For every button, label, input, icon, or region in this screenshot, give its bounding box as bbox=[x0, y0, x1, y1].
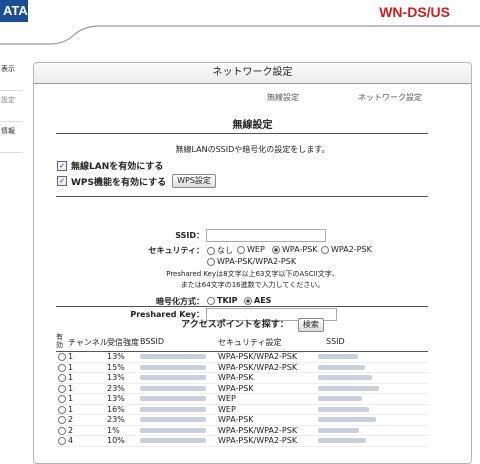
col-ssid: SSID bbox=[326, 337, 345, 346]
sidebar-item-display[interactable]: 表示 bbox=[0, 60, 22, 91]
preshared-note-2: または64文字の16進数で入力してください。 bbox=[180, 281, 325, 289]
radio-icon bbox=[321, 245, 329, 254]
ap-table-body: 1 13% WPA-PSK/WPA2-PSK 1 15% WPA-PSK/WPA2-PSK… bbox=[56, 352, 428, 447]
strength-cell: 23% bbox=[107, 415, 125, 424]
enable-wps-label: WPS機能を有効にする bbox=[71, 177, 167, 188]
col-enabled: 有効 bbox=[56, 333, 63, 349]
security-option-none[interactable]: なし bbox=[207, 245, 233, 256]
security-option-wpa-wpa2-psk[interactable]: WPA-PSK/WPA2-PSK bbox=[207, 257, 296, 266]
channel-cell: 2 bbox=[68, 425, 74, 435]
sidebar-item-info[interactable]: 情報 bbox=[0, 122, 22, 153]
table-row[interactable]: 1 23% WPA-PSK bbox=[56, 383, 428, 394]
table-row[interactable]: 4 10% WPA-PSK/WPA2-PSK bbox=[56, 436, 428, 447]
radio-selected-icon bbox=[272, 245, 280, 254]
ap-search-title: アクセスポイントを探す： bbox=[181, 320, 289, 330]
security-option-wep[interactable]: WEP bbox=[237, 245, 265, 254]
wps-settings-button[interactable]: WPS設定 bbox=[172, 174, 216, 188]
security-cell: WPA-PSK bbox=[218, 415, 254, 424]
channel-cell: 1 bbox=[68, 383, 74, 393]
radio-icon bbox=[207, 257, 215, 266]
security-cell: WEP bbox=[218, 394, 236, 403]
strength-cell: 16% bbox=[107, 404, 125, 414]
section-title: 無線設定 bbox=[232, 120, 273, 131]
subtabs: 無線設定 ネットワーク設定 bbox=[34, 92, 471, 106]
divider bbox=[56, 196, 428, 197]
enable-wlan-label: 無線LANを有効にする bbox=[71, 162, 164, 172]
settings-panel: ネットワーク設定 無線設定 ネットワーク設定 無線設定 無線LANのSSIDや暗… bbox=[33, 62, 472, 464]
sidebar: 表示 設定 情報 bbox=[0, 60, 22, 153]
security-label: セキュリティ： bbox=[148, 246, 204, 255]
channel-cell: 1 bbox=[68, 352, 74, 361]
security-cell: WPA-PSK/WPA2-PSK bbox=[218, 362, 298, 372]
strength-cell: 13% bbox=[107, 352, 125, 361]
security-cell: WPA-PSK/WPA2-PSK bbox=[218, 352, 298, 361]
table-row[interactable]: 1 15% WPA-PSK/WPA2-PSK bbox=[56, 362, 428, 373]
enable-wlan-row: ✓ 無線LANを有効にする bbox=[57, 159, 163, 172]
channel-cell: 4 bbox=[68, 436, 74, 445]
col-security: セキュリティ設定 bbox=[218, 338, 282, 347]
tab-wireless[interactable]: 無線設定 bbox=[267, 92, 299, 103]
ssid-input[interactable] bbox=[206, 229, 326, 242]
enable-wps-row: ✓ WPS機能を有効にする WPS設定 bbox=[57, 174, 216, 188]
security-cell: WEP bbox=[218, 404, 236, 414]
table-row[interactable]: 2 1% WPA-PSK/WPA2-PSK bbox=[56, 425, 428, 436]
panel-title: ネットワーク設定 bbox=[34, 63, 471, 84]
header-divider bbox=[0, 25, 480, 45]
security-cell: WPA-PSK/WPA2-PSK bbox=[218, 425, 298, 435]
security-cell: WPA-PSK/WPA2-PSK bbox=[218, 436, 298, 445]
strength-cell: 10% bbox=[107, 436, 125, 445]
ap-table: 有効 チャンネル 受信強度 BSSID セキュリティ設定 SSID 1 13% WP… bbox=[56, 333, 428, 447]
table-row[interactable]: 1 13% WPA-PSK/WPA2-PSK bbox=[56, 352, 428, 363]
channel-cell: 1 bbox=[68, 373, 74, 382]
security-option-wpa2-psk[interactable]: WPA2-PSK bbox=[321, 245, 372, 254]
tab-network[interactable]: ネットワーク設定 bbox=[358, 92, 422, 103]
enable-wps-checkbox[interactable]: ✓ bbox=[57, 176, 67, 186]
table-row[interactable]: 1 13% WEP bbox=[56, 394, 428, 405]
radio-icon bbox=[207, 246, 215, 255]
preshared-note-1: Preshared Keyは8文字以上63文字以下のASCII文字、 bbox=[166, 270, 339, 278]
channel-cell: 1 bbox=[68, 404, 74, 414]
col-channel: チャンネル bbox=[68, 338, 108, 347]
section-description: 無線LANのSSIDや暗号化の設定をします。 bbox=[175, 145, 330, 154]
radio-icon bbox=[207, 296, 215, 305]
table-row[interactable]: 1 16% WEP bbox=[56, 404, 428, 415]
radio-icon bbox=[237, 245, 245, 254]
enable-wlan-checkbox[interactable]: ✓ bbox=[57, 160, 67, 171]
encryption-option-tkip[interactable]: TKIP bbox=[207, 296, 238, 305]
encryption-option-aes[interactable]: AES bbox=[244, 296, 271, 305]
ap-search-button[interactable]: 検索 bbox=[297, 318, 324, 332]
channel-cell: 1 bbox=[68, 394, 74, 403]
strength-cell: 13% bbox=[107, 394, 125, 403]
channel-cell: 2 bbox=[68, 415, 74, 424]
ssid-label: SSID： bbox=[175, 231, 204, 240]
ap-search-row: アクセスポイントを探す： 検索 bbox=[34, 317, 471, 332]
col-bssid: BSSID bbox=[140, 337, 165, 346]
strength-cell: 13% bbox=[107, 373, 125, 382]
divider bbox=[56, 306, 428, 307]
table-row[interactable]: 2 23% WPA-PSK bbox=[56, 415, 428, 426]
security-cell: WPA-PSK bbox=[218, 383, 254, 393]
channel-cell: 1 bbox=[68, 362, 74, 372]
divider bbox=[56, 133, 428, 134]
security-cell: WPA-PSK bbox=[218, 373, 254, 382]
security-option-wpa-psk[interactable]: WPA-PSK bbox=[272, 245, 318, 254]
sidebar-item-settings[interactable]: 設定 bbox=[0, 91, 22, 122]
strength-cell: 23% bbox=[107, 383, 125, 393]
ap-table-header: 有効 チャンネル 受信強度 BSSID セキュリティ設定 SSID bbox=[56, 333, 428, 352]
col-strength: 受信強度 bbox=[107, 338, 139, 347]
strength-cell: 15% bbox=[107, 362, 125, 372]
radio-selected-icon bbox=[244, 296, 252, 305]
table-row[interactable]: 1 13% WPA-PSK bbox=[56, 373, 428, 384]
strength-cell: 1% bbox=[107, 425, 120, 435]
